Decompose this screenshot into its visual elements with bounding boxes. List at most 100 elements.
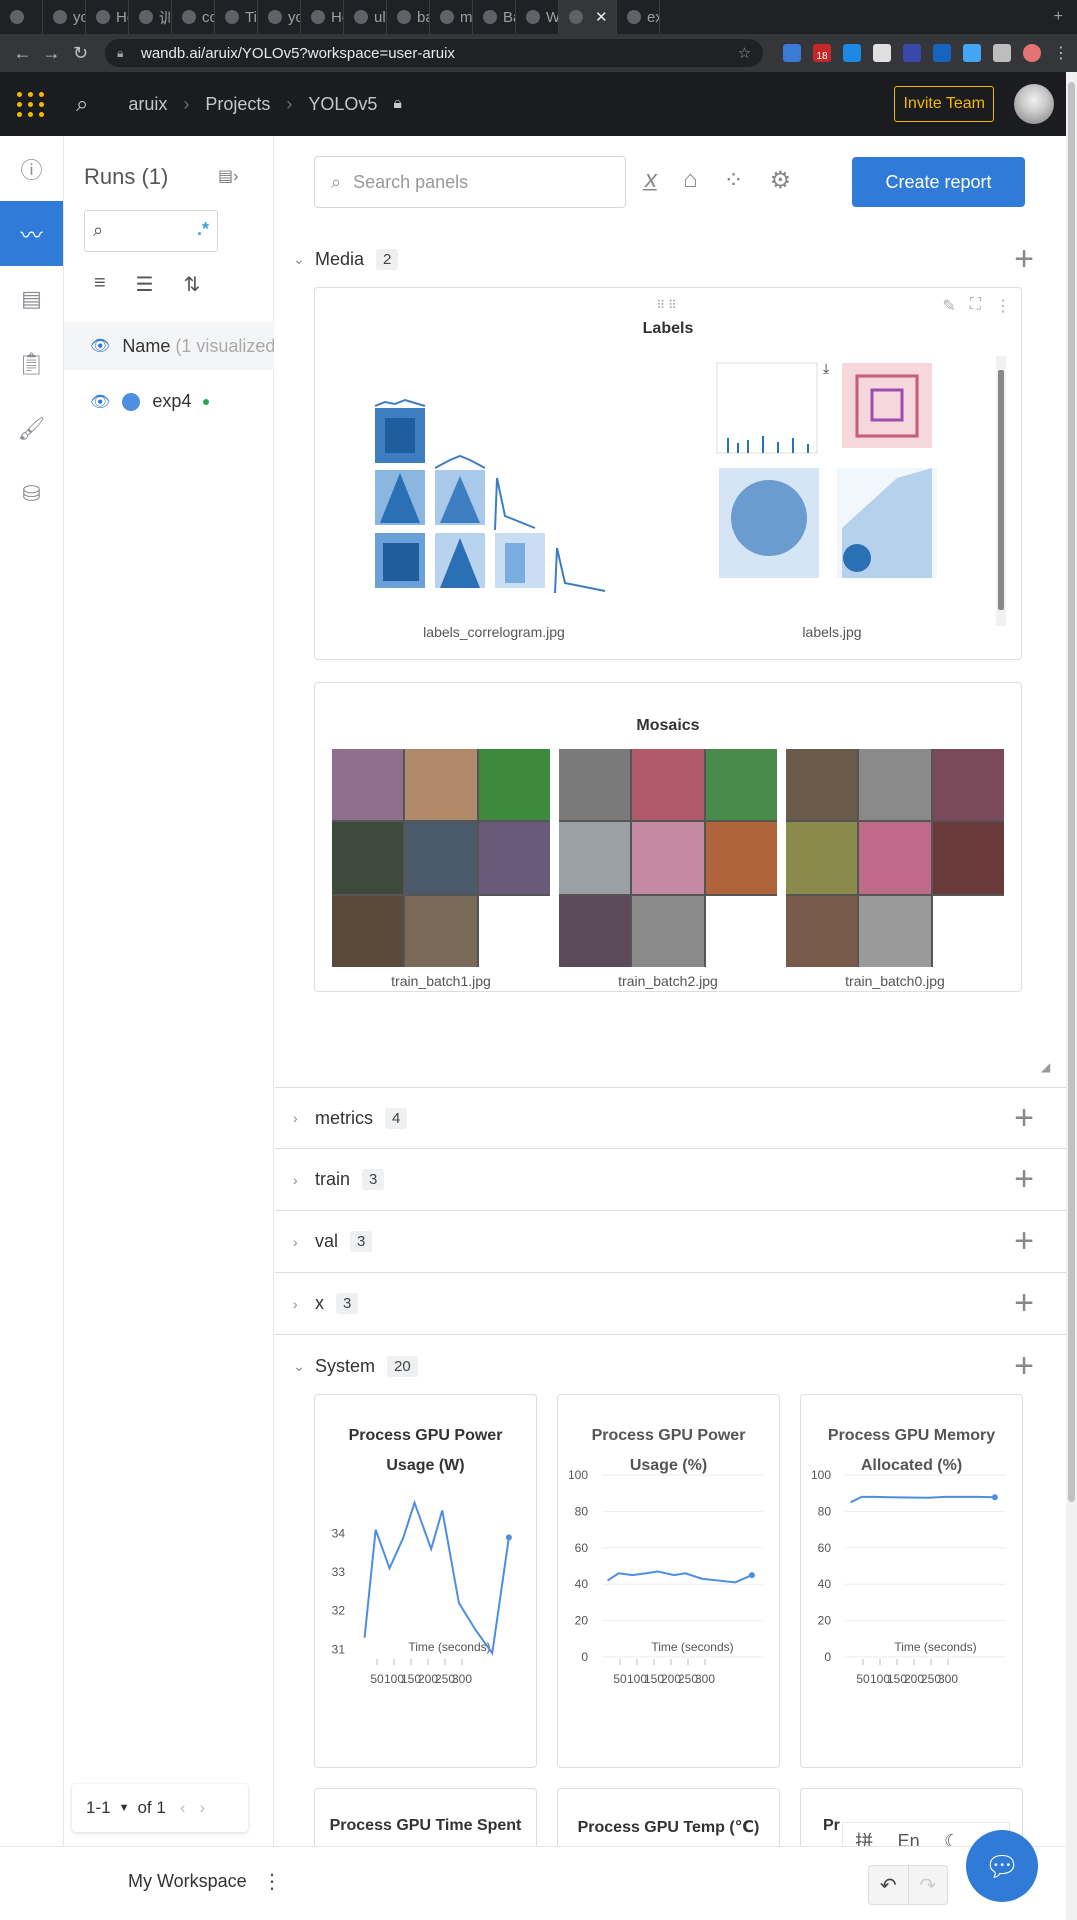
extension-icon[interactable] — [843, 44, 862, 62]
chevron-down-icon[interactable]: ⌄ — [293, 1358, 313, 1375]
group-icon[interactable]: ☰ — [136, 272, 154, 297]
mosaic-image[interactable] — [786, 749, 1004, 967]
fullscreen-icon[interactable]: ⛶ — [970, 296, 981, 316]
add-panel-icon[interactable]: + — [1014, 1347, 1034, 1386]
redo-icon[interactable]: ↷ — [907, 1866, 948, 1904]
add-panel-icon[interactable]: + — [1014, 1160, 1034, 1199]
chat-support-icon[interactable]: 💬︎ — [966, 1830, 1038, 1902]
mosaic-image[interactable] — [559, 749, 777, 967]
breadcrumb-user[interactable]: aruix — [128, 94, 167, 115]
series-end-point[interactable] — [505, 1534, 512, 1541]
labels-image[interactable] — [707, 358, 947, 608]
browser-tab[interactable]: yo — [43, 0, 86, 34]
download-icon[interactable]: ⤓ — [823, 360, 829, 377]
labels-correlogram-image[interactable] — [365, 398, 623, 598]
forward-icon[interactable]: → — [37, 43, 66, 64]
browser-tab[interactable] — [0, 0, 43, 34]
browser-tab[interactable]: Tip — [215, 0, 258, 34]
regex-toggle-icon[interactable]: .* — [197, 219, 209, 240]
series-end-point[interactable] — [991, 1494, 998, 1501]
series-line[interactable] — [607, 1570, 753, 1584]
browser-tab[interactable]: Ho — [301, 0, 344, 34]
eye-icon[interactable]: 👁︎ — [90, 336, 110, 356]
section-val[interactable]: › val 3 + — [275, 1211, 1066, 1273]
drag-handle-icon[interactable]: ⠿⠿ — [656, 298, 680, 312]
table-icon[interactable]: ▤ — [0, 266, 63, 331]
gpu-memory-allocated-chart[interactable]: 0 20 40 60 80 100 Time (seconds) 50 100 150 200 250… — [800, 1394, 1023, 1768]
browser-tab[interactable]: We — [516, 0, 559, 34]
edit-pencil-icon[interactable]: ✎ — [942, 296, 955, 316]
wandb-logo[interactable] — [0, 91, 62, 117]
extension-badge-icon[interactable]: 18 — [813, 44, 832, 62]
more-icon[interactable]: ⋮ — [995, 296, 1011, 316]
add-panel-icon[interactable]: + — [1014, 1099, 1034, 1138]
workspace-name[interactable]: My Workspace — [128, 1871, 247, 1892]
search-panels[interactable]: ⌕ — [314, 156, 626, 208]
bookmark-star-icon[interactable]: ☆ — [738, 44, 751, 62]
search-icon[interactable]: ⌕ — [76, 91, 88, 117]
browser-tab[interactable]: yo — [258, 0, 301, 34]
page-range-select[interactable]: 1-1 — [86, 1798, 111, 1818]
series-line[interactable] — [363, 1499, 510, 1656]
section-system[interactable]: ⌄ System 20 + — [275, 1335, 1066, 1397]
create-report-button[interactable]: Create report — [852, 157, 1025, 207]
run-row[interactable]: 👁︎ exp4 — [90, 391, 210, 412]
page-scrollbar[interactable] — [1066, 72, 1077, 1920]
back-icon[interactable]: ← — [8, 43, 37, 64]
browser-tab[interactable]: ult — [344, 0, 387, 34]
avatar[interactable] — [1014, 84, 1054, 124]
run-color-swatch[interactable] — [122, 392, 141, 411]
workspace-menu-icon[interactable]: ⋮ — [262, 1869, 282, 1894]
chevron-right-icon[interactable]: › — [293, 1172, 313, 1188]
close-tab-icon[interactable]: ✕ — [595, 8, 608, 26]
mosaic-image[interactable] — [332, 749, 550, 967]
section-x[interactable]: › x 3 + — [275, 1273, 1066, 1335]
series-end-point[interactable] — [748, 1572, 755, 1579]
report-icon[interactable]: 📋︎ — [0, 331, 63, 396]
extension-icon[interactable] — [903, 44, 922, 62]
breadcrumb-projects[interactable]: Projects — [205, 94, 270, 115]
info-icon[interactable]: ⓘ — [0, 136, 63, 201]
browser-tab[interactable]: co — [172, 0, 215, 34]
browser-tab[interactable]: ✕ — [559, 0, 617, 34]
sort-icon[interactable]: ⇅ — [184, 272, 201, 297]
address-bar[interactable]: 🔒︎ wandb.ai/aruix/YOLOv5?workspace=user-… — [105, 39, 764, 67]
prev-page-icon[interactable]: ‹ — [180, 1798, 186, 1818]
add-panel-icon[interactable]: + — [1014, 1284, 1034, 1323]
menu-dots-icon[interactable]: ⋮ — [1053, 43, 1069, 63]
chevron-down-icon[interactable]: ▼ — [119, 1802, 130, 1814]
eye-icon[interactable]: 👁︎ — [90, 392, 110, 412]
browser-tab[interactable]: ba — [387, 0, 430, 34]
next-page-icon[interactable]: › — [200, 1798, 206, 1818]
x-axis-icon[interactable]: x̲ — [645, 166, 657, 195]
browser-tab[interactable]: Ba — [473, 0, 516, 34]
expand-table-icon[interactable]: ▤› — [218, 166, 238, 186]
puzzle-icon[interactable] — [993, 44, 1012, 62]
section-train[interactable]: › train 3 + — [275, 1149, 1066, 1211]
artifacts-database-icon[interactable]: ⛁ — [0, 461, 63, 526]
chevron-right-icon[interactable]: › — [293, 1296, 313, 1312]
browser-tab[interactable]: ma — [430, 0, 473, 34]
gpu-power-percent-chart[interactable]: 0 20 40 60 80 100 Time (seconds) 50 100 150 200 250… — [557, 1394, 780, 1768]
browser-tab[interactable]: ex — [617, 0, 660, 34]
chevron-right-icon[interactable]: › — [293, 1234, 313, 1250]
charts-icon[interactable]: 〰 — [0, 201, 63, 266]
section-metrics[interactable]: › metrics 4 + — [275, 1087, 1066, 1149]
sweeps-brush-icon[interactable]: 🖌︎ — [0, 396, 63, 461]
extension-icon[interactable] — [963, 44, 982, 62]
add-panel-icon[interactable]: + — [1014, 240, 1034, 279]
run-name[interactable]: exp4 — [152, 391, 191, 412]
image-scrollbar[interactable] — [996, 356, 1006, 626]
extension-icon[interactable] — [783, 44, 802, 62]
outliers-icon[interactable]: ⁘ — [724, 166, 744, 195]
gear-icon[interactable]: ⚙ — [770, 166, 792, 195]
chevron-right-icon[interactable]: › — [293, 1110, 313, 1126]
filter-icon[interactable]: ≡ — [94, 272, 106, 297]
invite-team-button[interactable]: Invite Team — [894, 86, 994, 122]
add-panel-icon[interactable]: + — [1014, 1222, 1034, 1261]
browser-tab[interactable]: 训 — [129, 0, 172, 34]
extension-icon[interactable] — [933, 44, 952, 62]
new-tab-icon[interactable]: + — [1054, 8, 1063, 26]
search-panels-input[interactable] — [353, 171, 594, 193]
runs-search-input[interactable]: ⌕ .* — [84, 210, 218, 252]
